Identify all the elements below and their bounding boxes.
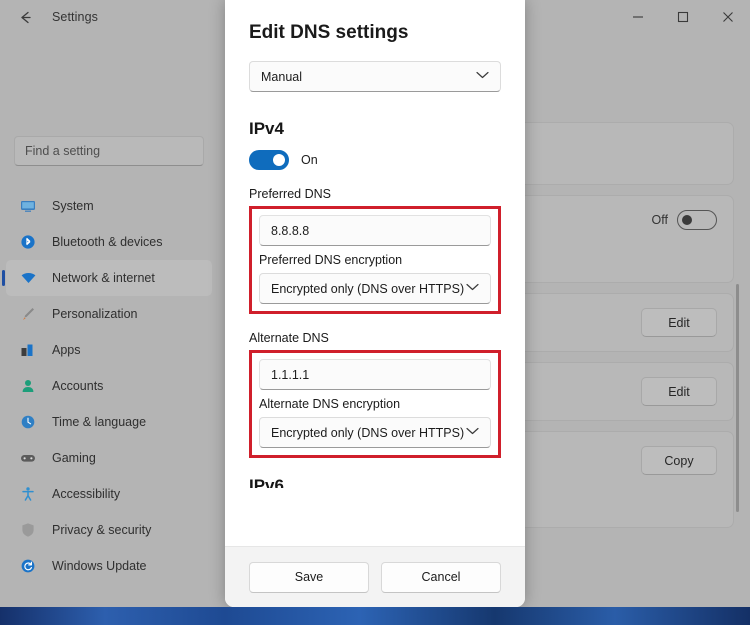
dialog-body: Edit DNS settings Manual IPv4 On Preferr… bbox=[225, 0, 525, 546]
alternate-dns-encryption-select[interactable]: Encrypted only (DNS over HTTPS) bbox=[259, 417, 491, 448]
accessibility-icon bbox=[18, 484, 38, 504]
monitor-icon bbox=[18, 196, 38, 216]
sidebar-item-label: System bbox=[52, 199, 94, 213]
ipv4-toggle[interactable] bbox=[249, 150, 289, 170]
shield-icon bbox=[18, 520, 38, 540]
sidebar-item-label: Time & language bbox=[52, 415, 147, 429]
save-button[interactable]: Save bbox=[249, 561, 369, 593]
dialog-title: Edit DNS settings bbox=[249, 22, 409, 43]
dns-assignment-value: Manual bbox=[261, 69, 302, 84]
chevron-down-icon bbox=[466, 283, 479, 294]
preferred-dns-encryption-label: Preferred DNS encryption bbox=[259, 253, 403, 267]
alternate-dns-encryption-value: Encrypted only (DNS over HTTPS) bbox=[271, 425, 465, 440]
sidebar-item-label: Apps bbox=[52, 343, 81, 357]
edit-ip-assignment-button[interactable]: Edit bbox=[641, 308, 717, 337]
alternate-dns-group-label: Alternate DNS bbox=[249, 331, 329, 345]
apps-icon bbox=[18, 340, 38, 360]
sidebar-item-label: Gaming bbox=[52, 451, 96, 465]
metered-connection-toggle[interactable] bbox=[677, 210, 717, 230]
sidebar-nav: System Bluetooth & devices Network & int… bbox=[0, 188, 218, 584]
sidebar-item-gaming[interactable]: Gaming bbox=[6, 440, 212, 476]
sidebar-item-time-language[interactable]: Time & language bbox=[6, 404, 212, 440]
brush-icon bbox=[18, 304, 38, 324]
dialog-footer: Save Cancel bbox=[225, 546, 525, 607]
sidebar-item-accessibility[interactable]: Accessibility bbox=[6, 476, 212, 512]
sidebar-item-apps[interactable]: Apps bbox=[6, 332, 212, 368]
sidebar-item-system[interactable]: System bbox=[6, 188, 212, 224]
sidebar-item-network-internet[interactable]: Network & internet bbox=[2, 260, 212, 296]
gamepad-icon bbox=[18, 448, 38, 468]
search-input[interactable]: Find a setting bbox=[14, 136, 204, 166]
ipv4-heading: IPv4 bbox=[249, 119, 284, 138]
search-placeholder: Find a setting bbox=[25, 144, 101, 158]
clock-globe-icon bbox=[18, 412, 38, 432]
metered-toggle-label: Off bbox=[651, 213, 668, 227]
chevron-down-icon bbox=[476, 71, 489, 82]
cancel-button[interactable]: Cancel bbox=[381, 561, 501, 593]
wifi-icon bbox=[18, 268, 38, 288]
ipv4-toggle-row: On bbox=[249, 150, 501, 170]
sidebar-item-personalization[interactable]: Personalization bbox=[6, 296, 212, 332]
ipv6-heading: IPv6 bbox=[249, 476, 284, 488]
back-arrow-icon[interactable] bbox=[8, 2, 42, 32]
preferred-dns-group-label: Preferred DNS bbox=[249, 187, 331, 201]
sidebar-item-label: Accessibility bbox=[52, 487, 121, 501]
sidebar-item-label: Network & internet bbox=[52, 271, 155, 285]
sidebar-item-label: Personalization bbox=[52, 307, 138, 321]
sidebar-item-windows-update[interactable]: Windows Update bbox=[6, 548, 212, 584]
sidebar-item-privacy-security[interactable]: Privacy & security bbox=[6, 512, 212, 548]
dns-assignment-select[interactable]: Manual bbox=[249, 61, 501, 92]
edit-dns-assignment-button[interactable]: Edit bbox=[641, 377, 717, 406]
sidebar-item-label: Privacy & security bbox=[52, 523, 152, 537]
sidebar-item-label: Accounts bbox=[52, 379, 104, 393]
preferred-dns-encryption-select[interactable]: Encrypted only (DNS over HTTPS) bbox=[259, 273, 491, 304]
alternate-dns-value: 1.1.1.1 bbox=[271, 367, 310, 382]
preferred-dns-value: 8.8.8.8 bbox=[271, 223, 310, 238]
minimize-icon[interactable] bbox=[615, 0, 660, 34]
alternate-dns-input[interactable]: 1.1.1.1 bbox=[259, 359, 491, 390]
alternate-dns-encryption-label: Alternate DNS encryption bbox=[259, 397, 401, 411]
maximize-icon[interactable] bbox=[660, 0, 705, 34]
preferred-dns-input[interactable]: 8.8.8.8 bbox=[259, 215, 491, 246]
edit-dns-settings-dialog: Edit DNS settings Manual IPv4 On Preferr… bbox=[225, 0, 525, 607]
ipv4-toggle-label: On bbox=[301, 153, 318, 167]
close-icon[interactable] bbox=[705, 0, 750, 34]
chevron-down-icon bbox=[466, 427, 479, 438]
sidebar: Find a setting System Bluetooth & device… bbox=[0, 40, 218, 607]
window-controls bbox=[615, 0, 750, 34]
sidebar-item-label: Windows Update bbox=[52, 559, 147, 573]
taskbar[interactable] bbox=[0, 607, 750, 625]
update-icon bbox=[18, 556, 38, 576]
bluetooth-icon bbox=[18, 232, 38, 252]
vertical-scrollbar[interactable] bbox=[736, 284, 739, 512]
alternate-dns-highlight: 1.1.1.1 Alternate DNS encryption Encrypt… bbox=[249, 350, 501, 458]
preferred-dns-highlight: 8.8.8.8 Preferred DNS encryption Encrypt… bbox=[249, 206, 501, 314]
person-icon bbox=[18, 376, 38, 396]
screen: Settings Find a setting System Bluetooth… bbox=[0, 0, 750, 625]
app-title: Settings bbox=[52, 10, 98, 24]
sidebar-item-accounts[interactable]: Accounts bbox=[6, 368, 212, 404]
copy-properties-button[interactable]: Copy bbox=[641, 446, 717, 475]
sidebar-item-bluetooth-devices[interactable]: Bluetooth & devices bbox=[6, 224, 212, 260]
sidebar-item-label: Bluetooth & devices bbox=[52, 235, 163, 249]
preferred-dns-encryption-value: Encrypted only (DNS over HTTPS) bbox=[271, 281, 465, 296]
